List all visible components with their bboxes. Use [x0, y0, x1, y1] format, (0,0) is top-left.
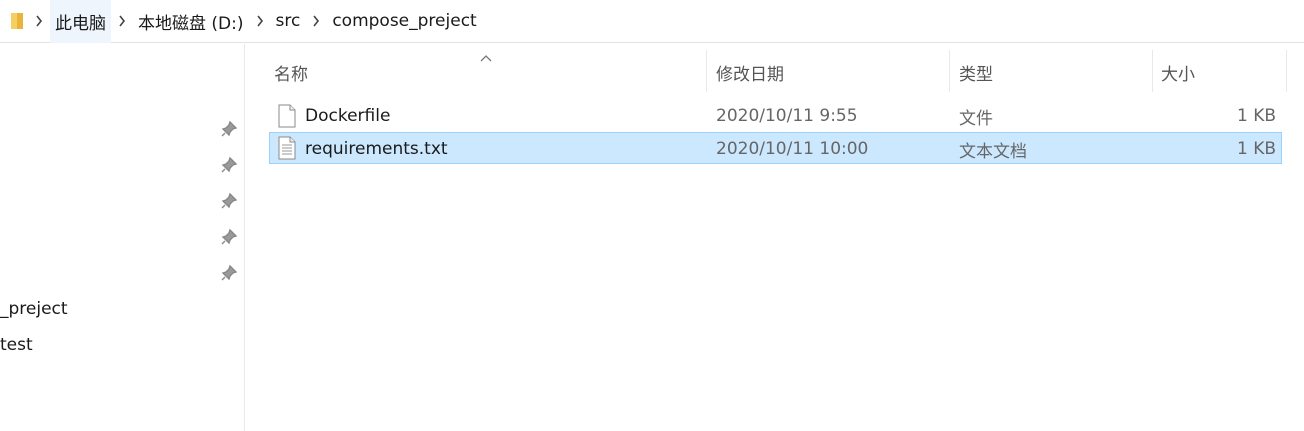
column-header-name[interactable]: 名称: [274, 56, 704, 88]
nav-item-preject[interactable]: _preject: [0, 298, 68, 320]
file-row-requirements[interactable]: requirements.txt 2020/10/11 10:00 文本文档 1…: [269, 132, 1282, 164]
chevron-right-icon[interactable]: [111, 0, 133, 43]
chevron-right-icon[interactable]: [305, 0, 327, 43]
file-date: 2020/10/11 10:00: [716, 139, 869, 159]
pin-icon[interactable]: [220, 120, 238, 138]
column-header-date[interactable]: 修改日期: [716, 56, 946, 88]
column-divider[interactable]: [1286, 50, 1287, 92]
navigation-pane[interactable]: _preject test: [0, 44, 245, 431]
chevron-right-icon[interactable]: [249, 0, 271, 43]
breadcrumb-this-pc[interactable]: 此电脑: [50, 0, 111, 43]
file-row-dockerfile[interactable]: Dockerfile 2020/10/11 9:55 文件 1 KB: [269, 100, 1282, 132]
pin-icon[interactable]: [220, 192, 238, 210]
file-name[interactable]: Dockerfile: [305, 100, 390, 132]
pin-icon[interactable]: [220, 264, 238, 282]
breadcrumb-compose-preject[interactable]: compose_preject: [327, 0, 481, 43]
nav-item-test[interactable]: test: [0, 334, 33, 356]
file-size: 1 KB: [1236, 139, 1276, 159]
column-divider[interactable]: [949, 50, 950, 92]
file-name[interactable]: requirements.txt: [305, 133, 448, 165]
breadcrumb-src[interactable]: src: [271, 0, 306, 43]
column-header-size[interactable]: 大小: [1161, 56, 1281, 88]
column-header-type[interactable]: 类型: [959, 56, 1149, 88]
file-date: 2020/10/11 9:55: [716, 106, 858, 126]
breadcrumb-local-disk[interactable]: 本地磁盘 (D:): [133, 0, 249, 43]
pin-icon[interactable]: [220, 228, 238, 246]
file-type: 文本文档: [959, 141, 1027, 162]
folder-icon: [10, 12, 28, 30]
generic-file-icon: [277, 104, 297, 128]
text-file-icon: [277, 136, 297, 160]
file-type: 文件: [959, 108, 993, 129]
column-divider[interactable]: [706, 50, 707, 92]
address-bar[interactable]: 此电脑 本地磁盘 (D:) src compose_preject: [0, 0, 1304, 43]
chevron-right-icon[interactable]: [28, 0, 50, 43]
column-divider[interactable]: [1152, 50, 1153, 92]
pin-icon[interactable]: [220, 156, 238, 174]
file-size: 1 KB: [1236, 106, 1276, 126]
